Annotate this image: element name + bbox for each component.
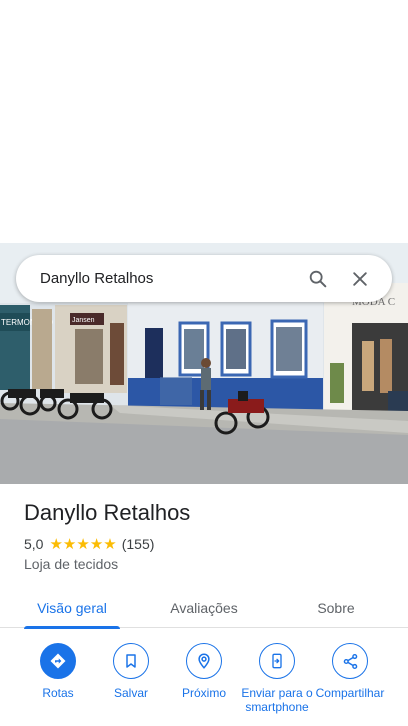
search-bar[interactable]: Danyllo Retalhos	[16, 255, 392, 302]
place-tabs: Visão geral Avaliações Sobre	[0, 588, 408, 629]
rating-row[interactable]: 5,0 ★ ★ ★ ★ ★ (155)	[24, 536, 154, 552]
star-icon: ★	[89, 535, 104, 553]
review-count[interactable]: (155)	[122, 536, 155, 552]
star-rating: ★ ★ ★ ★ ★	[49, 537, 116, 552]
tab-about[interactable]: Sobre	[288, 588, 384, 628]
bookmark-icon	[126, 654, 136, 668]
star-icon: ★	[103, 535, 117, 553]
place-title: Danyllo Retalhos	[24, 500, 191, 525]
send-to-phone-button[interactable]: Enviar para o smartphone	[239, 643, 315, 714]
search-button[interactable]	[298, 259, 338, 299]
nearby-icon	[198, 653, 210, 669]
close-icon	[353, 271, 367, 286]
search-input[interactable]: Danyllo Retalhos	[40, 270, 298, 287]
star-icon: ★	[62, 535, 77, 553]
directions-button[interactable]: Rotas	[20, 643, 96, 700]
share-icon	[343, 653, 357, 669]
share-label: Compartilhar	[315, 686, 385, 700]
nearby-button[interactable]: Próximo	[166, 643, 242, 700]
clear-search-button[interactable]	[340, 259, 380, 299]
rating-value: 5,0	[24, 536, 44, 552]
place-category: Loja de tecidos	[24, 556, 119, 572]
save-label: Salvar	[113, 686, 148, 700]
save-button[interactable]: Salvar	[93, 643, 169, 700]
tab-reviews[interactable]: Avaliações	[156, 588, 252, 628]
search-icon	[309, 270, 327, 287]
star-icon: ★	[76, 535, 90, 553]
share-button[interactable]: Compartilhar	[312, 643, 388, 700]
tab-overview[interactable]: Visão geral	[24, 588, 120, 629]
directions-label: Rotas	[42, 686, 74, 700]
directions-icon	[50, 653, 66, 669]
send-to-phone-label: Enviar para o smartphone	[241, 686, 313, 714]
sign-middle: Jansen	[72, 317, 95, 324]
star-icon: ★	[49, 535, 63, 553]
send-to-phone-icon	[272, 653, 282, 669]
action-bar: Rotas Salvar Próximo Enviar para o smart…	[0, 643, 408, 726]
map-area[interactable]	[0, 0, 408, 243]
nearby-label: Próximo	[181, 686, 226, 700]
